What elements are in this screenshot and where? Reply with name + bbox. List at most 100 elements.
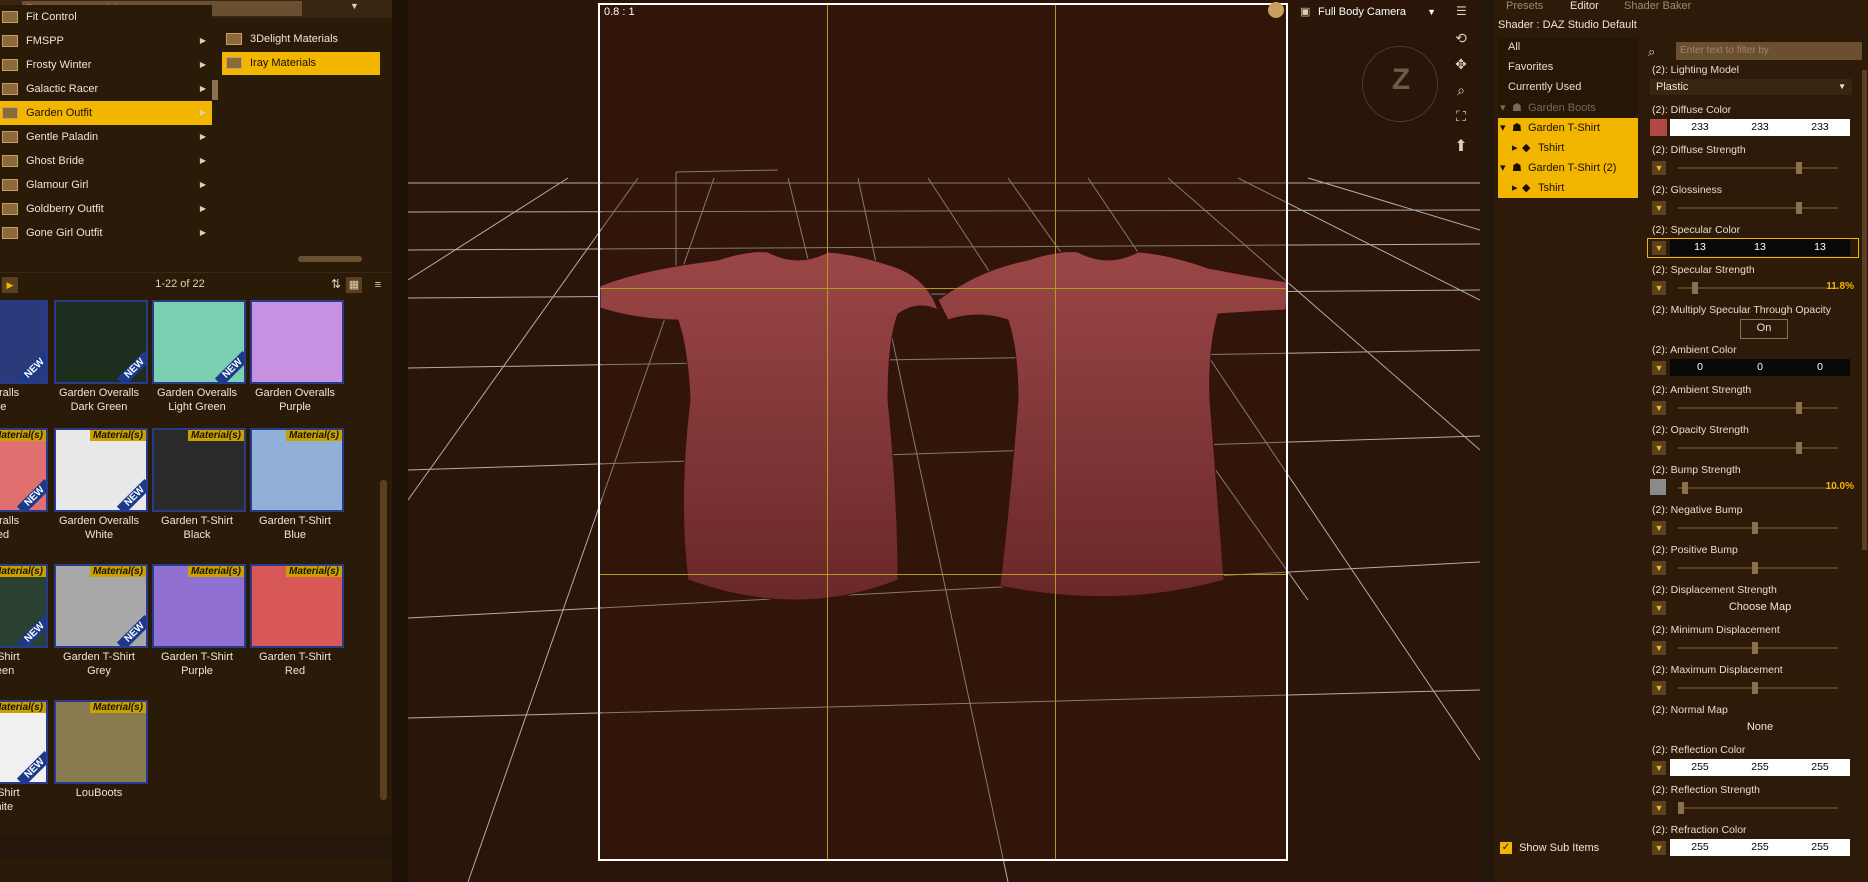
filter-currently-used[interactable]: Currently Used xyxy=(1498,78,1638,97)
slider-track[interactable] xyxy=(1678,167,1838,169)
category-item[interactable]: Gone Girl Outfit ▶ xyxy=(0,221,212,245)
collapse-icon[interactable]: ▾ xyxy=(1500,158,1506,178)
color-r-value[interactable]: 255 xyxy=(1670,761,1730,773)
slider-track[interactable] xyxy=(1678,447,1838,449)
property-diffuse-color[interactable]: 233 233 233 xyxy=(1648,119,1858,137)
slider-handle[interactable] xyxy=(1796,442,1802,454)
surface-tree-item[interactable]: ▾ ☗ Garden T-Shirt xyxy=(1498,118,1638,138)
asset-thumbnail[interactable]: Material(s) xyxy=(250,564,344,648)
map-dropdown-icon[interactable]: ▼ xyxy=(1652,161,1666,175)
subfolder-item[interactable]: Iray Materials xyxy=(222,52,380,75)
property-positive-bump[interactable]: ▼ xyxy=(1648,559,1858,577)
category-item[interactable]: Ghost Bride ▶ xyxy=(0,149,212,173)
color-r-value[interactable]: 13 xyxy=(1670,241,1730,253)
color-b-value[interactable]: 255 xyxy=(1790,841,1850,853)
map-dropdown-icon[interactable]: ▼ xyxy=(1652,281,1666,295)
slider-handle[interactable] xyxy=(1796,202,1802,214)
asset-thumbnail[interactable]: Material(s) xyxy=(152,564,246,648)
properties-scrollbar[interactable] xyxy=(1862,70,1867,550)
property-opacity-strength[interactable]: ▼ xyxy=(1648,439,1858,457)
slider-track[interactable] xyxy=(1678,207,1838,209)
expand-icon[interactable]: ▸ xyxy=(1512,178,1518,198)
color-r-value[interactable]: 255 xyxy=(1670,841,1730,853)
slider-handle[interactable] xyxy=(1752,522,1758,534)
viewport-menu-icon[interactable]: ☰ xyxy=(1456,4,1472,18)
slider-track[interactable] xyxy=(1678,567,1838,569)
slider-handle[interactable] xyxy=(1752,682,1758,694)
surface-tree-item[interactable]: ▸ ◆ Tshirt xyxy=(1498,138,1638,158)
slider-handle[interactable] xyxy=(1752,642,1758,654)
surface-tree-item[interactable]: ▾ ☗ Garden Boots xyxy=(1498,98,1638,118)
property-minimum-displacement[interactable]: ▼ xyxy=(1648,639,1858,657)
asset-thumbnail[interactable]: Material(s) xyxy=(54,700,148,784)
property-specular-color[interactable]: ▼ 13 13 13 xyxy=(1647,238,1859,258)
category-item[interactable]: Frosty Winter ▶ xyxy=(0,53,212,77)
surface-tree-item[interactable]: ▾ ☗ Garden T-Shirt (2) xyxy=(1498,158,1638,178)
color-value-field[interactable]: 000 xyxy=(1670,359,1850,376)
map-dropdown-icon[interactable]: ▼ xyxy=(1652,681,1666,695)
slider-track[interactable] xyxy=(1678,527,1838,529)
category-item[interactable]: Glamour Girl ▶ xyxy=(0,173,212,197)
color-value-field[interactable]: 255 255 255 xyxy=(1670,759,1850,776)
slider-handle[interactable] xyxy=(1796,162,1802,174)
property-diffuse-strength[interactable]: ▼ xyxy=(1648,159,1858,177)
show-sub-items-checkbox[interactable]: ✓ Show Sub Items xyxy=(1500,842,1599,855)
asset-scrollbar[interactable] xyxy=(380,480,387,800)
toggle-button[interactable]: On xyxy=(1740,319,1788,339)
property-displacement-strength[interactable]: ▼ Choose Map xyxy=(1648,599,1858,617)
tab-presets[interactable]: Presets xyxy=(1506,0,1543,14)
property-normal-map[interactable]: None xyxy=(1648,719,1858,737)
color-g-value[interactable]: 233 xyxy=(1730,121,1790,133)
collapse-icon[interactable]: ▾ xyxy=(1500,98,1506,118)
property-lighting-model[interactable]: Plastic ▼ xyxy=(1648,79,1858,97)
category-item[interactable]: FMSPP ▶ xyxy=(0,29,212,53)
map-dropdown-icon[interactable]: ▼ xyxy=(1652,761,1666,775)
tab-editor[interactable]: Editor xyxy=(1570,0,1599,14)
slider-track[interactable] xyxy=(1678,287,1838,289)
map-dropdown-icon[interactable]: ▼ xyxy=(1652,201,1666,215)
asset-thumbnail[interactable] xyxy=(250,300,344,384)
map-value[interactable]: None xyxy=(1670,721,1850,733)
next-page-icon[interactable]: ▶ xyxy=(2,277,18,293)
camera-selector[interactable]: ▣ Full Body Camera ▼ xyxy=(1298,0,1446,24)
asset-thumbnail[interactable]: NEW xyxy=(54,300,148,384)
slider-handle[interactable] xyxy=(1796,402,1802,414)
asset-thumbnail[interactable]: NEW xyxy=(152,300,246,384)
property-glossiness[interactable]: ▼ xyxy=(1648,199,1858,217)
map-dropdown-icon[interactable]: ▼ xyxy=(1652,801,1666,815)
color-value-field[interactable]: 233 233 233 xyxy=(1670,119,1850,136)
color-g-value[interactable]: 255 xyxy=(1730,841,1790,853)
zoom-icon[interactable]: ⌕ xyxy=(1450,82,1472,100)
bump-map-thumbnail[interactable] xyxy=(1650,479,1666,495)
slider-track[interactable] xyxy=(1678,407,1838,409)
slider-handle[interactable] xyxy=(1678,802,1684,814)
category-item[interactable]: Gentle Paladin ▶ xyxy=(0,125,212,149)
filter-favorites[interactable]: Favorites xyxy=(1498,58,1638,77)
asset-thumbnail[interactable]: Material(s) NEW xyxy=(0,700,48,784)
lighting-model-select[interactable]: Plastic ▼ xyxy=(1650,79,1852,95)
category-item[interactable]: Garden Outfit ▶ xyxy=(0,101,212,125)
search-dropdown-icon[interactable]: ▼ xyxy=(350,1,364,15)
map-dropdown-icon[interactable]: ▼ xyxy=(1652,241,1666,255)
slider-track[interactable] xyxy=(1678,647,1838,649)
pan-icon[interactable]: ✥ xyxy=(1450,56,1472,74)
map-dropdown-icon[interactable]: ▼ xyxy=(1652,401,1666,415)
asset-thumbnail[interactable]: Material(s) NEW xyxy=(54,564,148,648)
slider-handle[interactable] xyxy=(1682,482,1688,494)
color-swatch[interactable] xyxy=(1650,119,1667,136)
expand-icon[interactable]: ▸ xyxy=(1512,138,1518,158)
property-maximum-displacement[interactable]: ▼ xyxy=(1648,679,1858,697)
color-b-value[interactable]: 233 xyxy=(1790,121,1850,133)
asset-thumbnail[interactable]: Material(s) xyxy=(250,428,344,512)
map-dropdown-icon[interactable]: ▼ xyxy=(1652,641,1666,655)
category-item[interactable]: Goldberry Outfit ▶ xyxy=(0,197,212,221)
color-b-value[interactable]: 255 xyxy=(1790,761,1850,773)
category-item[interactable]: Fit Control xyxy=(0,5,212,29)
filter-input[interactable]: Enter text to filter by xyxy=(1676,42,1862,60)
panel-divider[interactable] xyxy=(1480,0,1494,882)
frame-icon[interactable]: ⛶ xyxy=(1450,108,1472,126)
color-value-field[interactable]: 13 13 13 xyxy=(1670,239,1850,256)
map-dropdown-icon[interactable]: ▼ xyxy=(1652,601,1666,615)
category-item[interactable]: Galactic Racer ▶ xyxy=(0,77,212,101)
map-dropdown-icon[interactable]: ▼ xyxy=(1652,441,1666,455)
